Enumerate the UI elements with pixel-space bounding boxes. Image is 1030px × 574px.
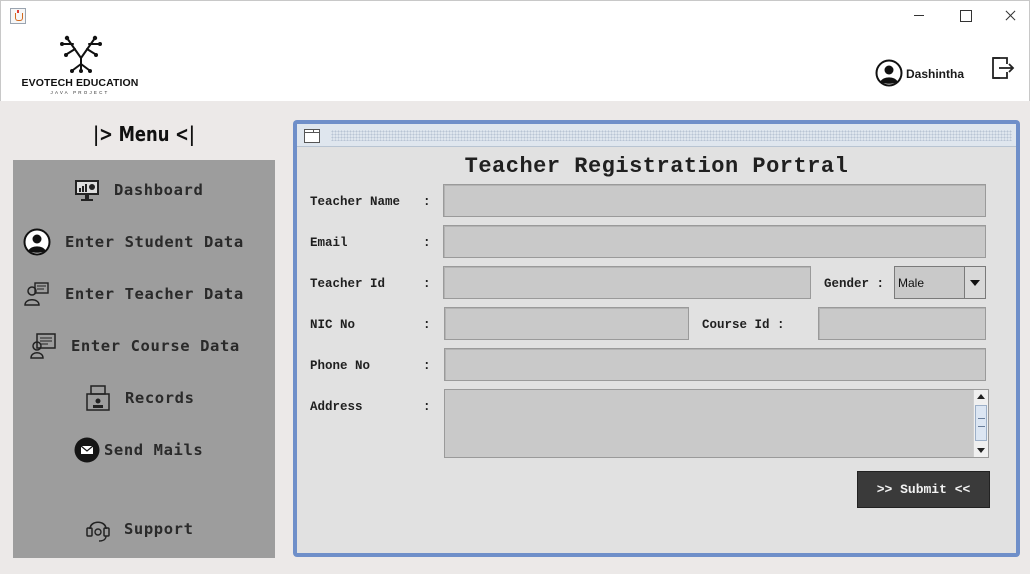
course-id-label: Course Id : — [702, 318, 785, 332]
teacher-id-label: Teacher Id — [310, 277, 386, 291]
logout-icon[interactable] — [989, 55, 1015, 81]
sidebar-item-dashboard[interactable]: Dashboard — [13, 172, 275, 208]
menu-title: |> Menu <| — [93, 122, 195, 146]
nic-no-label: NIC No — [310, 318, 356, 332]
sidebar-item-support[interactable]: Support — [13, 511, 275, 547]
sidebar-item-teacher-data[interactable]: Enter Teacher Data — [13, 276, 275, 312]
sidebar-item-label: Dashboard — [114, 181, 204, 199]
colon-separator: : — [423, 359, 431, 373]
gender-label: Gender : — [824, 277, 885, 291]
title-bar: EVOTECH EDUCATION JAVA PROJECT Dashintha — [0, 0, 1030, 101]
address-label: Address — [310, 400, 363, 414]
sidebar-item-course-data[interactable]: Enter Course Data — [13, 328, 275, 364]
course-id-input[interactable] — [818, 307, 986, 340]
internal-frame: Teacher Registration Portral Teacher Nam… — [293, 120, 1020, 557]
phone-no-input[interactable] — [444, 348, 986, 381]
java-cup-icon — [10, 8, 26, 24]
student-user-icon — [23, 228, 51, 256]
scroll-thumb[interactable] — [975, 405, 987, 441]
dashboard-monitor-icon — [75, 180, 99, 201]
scroll-down-icon[interactable] — [974, 443, 988, 457]
sidebar-item-student-data[interactable]: Enter Student Data — [13, 224, 275, 260]
internal-frame-titlebar[interactable] — [297, 124, 1016, 147]
sidebar-item-label: Records — [125, 389, 195, 407]
teacher-id-input[interactable] — [443, 266, 811, 299]
sidebar-item-label: Enter Course Data — [71, 337, 240, 355]
brand-subtitle: JAVA PROJECT — [50, 90, 110, 95]
gender-select[interactable]: Male — [894, 266, 986, 299]
course-icon — [30, 333, 56, 359]
address-scrollbar[interactable] — [973, 390, 988, 457]
colon-separator: : — [423, 400, 431, 414]
brand-name: EVOTECH EDUCATION — [21, 77, 139, 89]
address-textarea[interactable] — [444, 389, 989, 458]
mail-icon — [74, 437, 100, 463]
sidebar-item-label: Enter Student Data — [65, 233, 244, 251]
user-name: Dashintha — [906, 67, 965, 81]
brand-logo: EVOTECH EDUCATION JAVA PROJECT — [17, 34, 143, 98]
colon-separator: : — [423, 318, 431, 332]
sidebar-item-records[interactable]: Records — [13, 380, 275, 416]
chevron-down-icon[interactable] — [964, 267, 985, 298]
user-avatar-icon — [875, 59, 903, 87]
scroll-up-icon[interactable] — [974, 390, 988, 404]
close-button[interactable] — [998, 5, 1024, 27]
minimize-button[interactable] — [906, 5, 932, 27]
teacher-name-label: Teacher Name — [310, 195, 401, 209]
support-headset-icon — [86, 521, 110, 542]
email-input[interactable] — [443, 225, 986, 258]
gender-selected-value: Male — [898, 276, 925, 290]
colon-separator: : — [423, 236, 431, 250]
sidebar-item-label: Send Mails — [104, 441, 204, 459]
teacher-registration-panel: Teacher Registration Portral Teacher Nam… — [297, 124, 1016, 553]
maximize-button[interactable] — [952, 5, 978, 27]
sidebar: Dashboard Enter Student Data Enter Teach… — [13, 160, 275, 558]
form-title: Teacher Registration Portral — [464, 154, 849, 179]
phone-no-label: Phone No — [310, 359, 371, 373]
sidebar-item-label: Enter Teacher Data — [65, 285, 244, 303]
submit-button[interactable]: >> Submit << — [857, 471, 990, 508]
nic-no-input[interactable] — [444, 307, 689, 340]
colon-separator: : — [423, 277, 431, 291]
sidebar-item-label: Support — [124, 520, 194, 538]
email-label: Email — [310, 236, 348, 250]
records-printer-icon — [86, 385, 110, 411]
teacher-name-input[interactable] — [443, 184, 986, 217]
colon-separator: : — [423, 195, 431, 209]
sidebar-item-send-mails[interactable]: Send Mails — [13, 432, 275, 468]
frame-window-icon — [304, 129, 320, 143]
evotech-logo-icon — [60, 35, 102, 73]
teacher-icon — [24, 282, 49, 306]
